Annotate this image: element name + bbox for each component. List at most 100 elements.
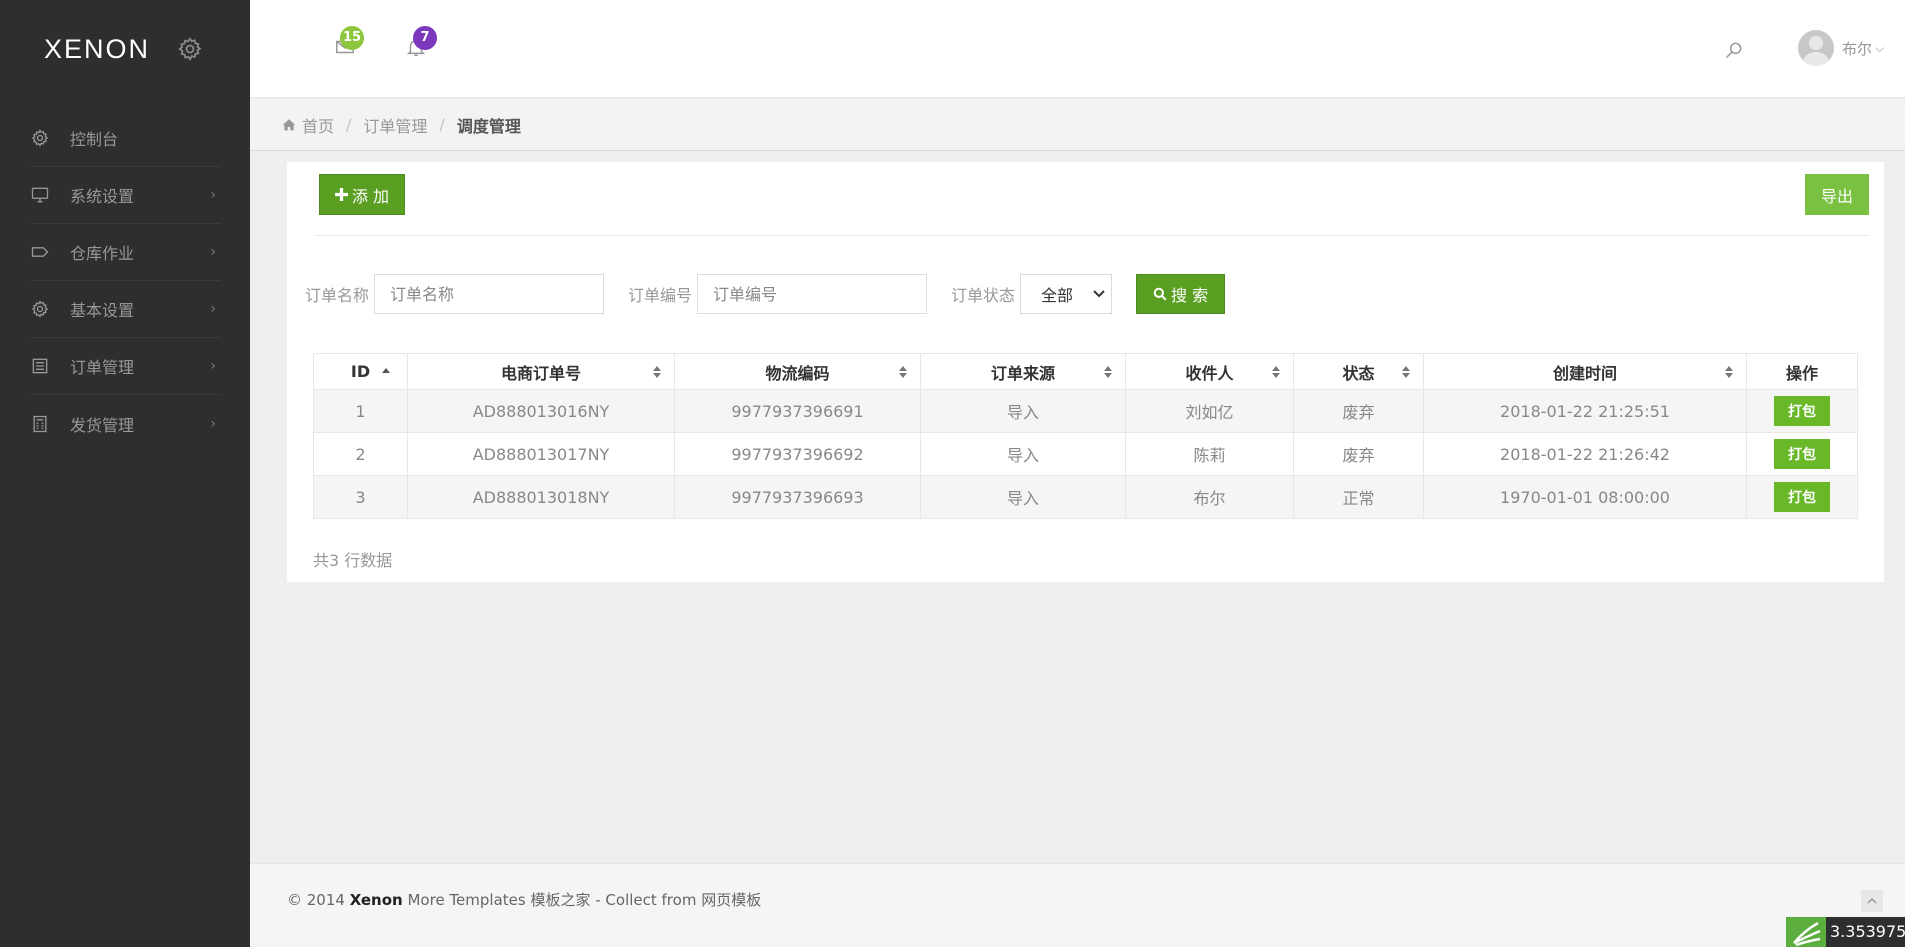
column-header-created[interactable]: 创建时间 — [1423, 353, 1747, 390]
chevron-right-icon: › — [210, 358, 216, 374]
sidebar-item-label: 基本设置 — [70, 301, 135, 320]
sort-icon — [1272, 365, 1280, 378]
cell-id: 1 — [313, 389, 408, 433]
sidebar-item-label: 订单管理 — [70, 358, 135, 377]
cell-actions: 打包 — [1746, 389, 1858, 433]
search-icon[interactable] — [1724, 40, 1744, 60]
sidebar-item-orders[interactable]: 订单管理 › — [30, 338, 220, 395]
column-header-logistics[interactable]: 物流编码 — [674, 353, 921, 390]
cell-status: 正常 — [1293, 475, 1424, 519]
chevron-right-icon: › — [210, 244, 216, 260]
breadcrumb-parent[interactable]: 订单管理 — [363, 113, 427, 137]
sort-icon — [1104, 365, 1112, 378]
scroll-top-button[interactable] — [1861, 890, 1883, 912]
table-row: 2 AD888013017NY 9977937396692 导入 陈莉 废弃 2… — [313, 432, 1858, 476]
sidebar-item-label: 系统设置 — [70, 187, 135, 206]
order-status-value: 全部 — [1041, 286, 1074, 305]
column-header-source[interactable]: 订单来源 — [920, 353, 1126, 390]
cell-logistics: 9977937396692 — [674, 432, 921, 476]
orders-table: ID 电商订单号 物流编码 订单来源 收件人 状态 创建时间 操作 1 AD88… — [313, 353, 1858, 519]
sidebar-item-system-settings[interactable]: 系统设置 › — [30, 167, 220, 224]
column-header-order-no[interactable]: 电商订单号 — [407, 353, 675, 390]
logo-row: XENON — [0, 0, 250, 98]
sidebar-item-dashboard[interactable]: 控制台 — [30, 110, 220, 167]
gear-icon — [31, 129, 49, 147]
footer-brand[interactable]: Xenon — [350, 891, 403, 909]
table-header-row: ID 电商订单号 物流编码 订单来源 收件人 状态 创建时间 操作 — [313, 353, 1858, 390]
cell-source: 导入 — [920, 389, 1126, 433]
stat-widget[interactable]: 3.353975 — [1786, 917, 1905, 947]
order-no-input[interactable] — [697, 274, 928, 314]
cell-source: 导入 — [920, 475, 1126, 519]
column-header-actions: 操作 — [1746, 353, 1858, 390]
sort-icon — [653, 365, 661, 378]
stat-value: 3.353975 — [1826, 917, 1905, 947]
breadcrumb-home-label: 首页 — [302, 116, 335, 136]
logo[interactable]: XENON — [44, 34, 177, 65]
breadcrumb-home[interactable]: 首页 — [282, 113, 334, 137]
pack-button[interactable]: 打包 — [1774, 482, 1830, 512]
add-button-label: 添 加 — [351, 186, 390, 206]
cell-created: 2018-01-22 21:25:51 — [1423, 389, 1747, 433]
cell-recipient: 陈莉 — [1125, 432, 1294, 476]
sidebar-item-basic-settings[interactable]: 基本设置 › — [30, 281, 220, 338]
home-icon — [282, 119, 296, 131]
chevron-down-icon — [1093, 290, 1105, 298]
footer-text: © 2014 Xenon More Templates 模板之家 - Colle… — [287, 889, 761, 910]
pack-button[interactable]: 打包 — [1774, 439, 1830, 469]
breadcrumb-current: 调度管理 — [456, 116, 521, 136]
column-header-recipient[interactable]: 收件人 — [1125, 353, 1294, 390]
add-button[interactable]: 添 加 — [319, 174, 405, 215]
order-name-label: 订单名称 — [305, 286, 370, 305]
cell-id: 3 — [313, 475, 408, 519]
cell-logistics: 9977937396691 — [674, 389, 921, 433]
breadcrumb-separator: / — [439, 115, 445, 134]
footer: © 2014 Xenon More Templates 模板之家 - Colle… — [250, 863, 1905, 947]
cell-created: 1970-01-01 08:00:00 — [1423, 475, 1747, 519]
cell-created: 2018-01-22 21:26:42 — [1423, 432, 1747, 476]
settings-gear-icon[interactable] — [177, 36, 203, 62]
export-button[interactable]: 导出 — [1805, 174, 1869, 215]
cell-status: 废弃 — [1293, 389, 1424, 433]
table-row: 3 AD888013018NY 9977937396693 导入 布尔 正常 1… — [313, 475, 1858, 519]
order-name-input[interactable] — [374, 274, 605, 314]
sidebar-menu: 控制台 系统设置 › 仓库作业 › 基本设置 › 订单管理 › 发货管理 › — [0, 110, 250, 452]
sidebar-item-label: 发货管理 — [70, 415, 135, 435]
sort-icon — [899, 365, 907, 378]
sidebar-item-warehouse[interactable]: 仓库作业 › — [30, 224, 220, 281]
column-header-id[interactable]: ID — [313, 353, 408, 390]
cell-source: 导入 — [920, 432, 1126, 476]
main-panel: 添 加 导出 订单名称 订单编号 订单状态 全部 搜 索 ID — [287, 162, 1884, 582]
column-header-status[interactable]: 状态 — [1293, 353, 1424, 390]
sidebar-item-shipping[interactable]: 发货管理 › — [30, 395, 220, 452]
order-status-label: 订单状态 — [951, 286, 1016, 305]
chevron-up-icon — [1867, 898, 1877, 904]
tag-icon — [31, 247, 49, 257]
chevron-right-icon: › — [210, 301, 216, 317]
sidebar-item-label: 仓库作业 — [70, 244, 135, 263]
sort-icon — [1725, 365, 1733, 378]
sort-asc-icon — [382, 367, 390, 373]
cell-actions: 打包 — [1746, 432, 1858, 476]
user-menu[interactable]: 布尔 ⌵ — [1798, 30, 1884, 66]
sidebar: XENON 控制台 系统设置 › 仓库作业 › 基本设置 › 订单管理 › 发货… — [0, 0, 250, 947]
messages-badge: 15 — [340, 26, 365, 50]
avatar — [1798, 30, 1834, 66]
cell-status: 废弃 — [1293, 432, 1424, 476]
pack-button[interactable]: 打包 — [1774, 396, 1830, 426]
calculator-icon — [33, 415, 47, 432]
breadcrumb: 首页 / 订单管理 / 调度管理 — [250, 99, 1905, 151]
search-button[interactable]: 搜 索 — [1136, 274, 1226, 314]
user-name: 布尔 — [1842, 39, 1873, 58]
footer-prefix: © 2014 — [287, 891, 350, 909]
order-status-select[interactable]: 全部 — [1020, 274, 1113, 314]
footer-suffix: More Templates 模板之家 - Collect from 网页模板 — [402, 891, 762, 909]
cell-logistics: 9977937396693 — [674, 475, 921, 519]
gear-icon — [31, 300, 49, 318]
breadcrumb-separator: / — [346, 115, 352, 134]
search-button-label: 搜 索 — [1171, 286, 1209, 305]
chevron-down-icon: ⌵ — [1875, 40, 1885, 55]
notifications-badge: 7 — [413, 26, 437, 50]
cell-order-no: AD888013017NY — [407, 432, 675, 476]
list-icon — [32, 358, 48, 374]
